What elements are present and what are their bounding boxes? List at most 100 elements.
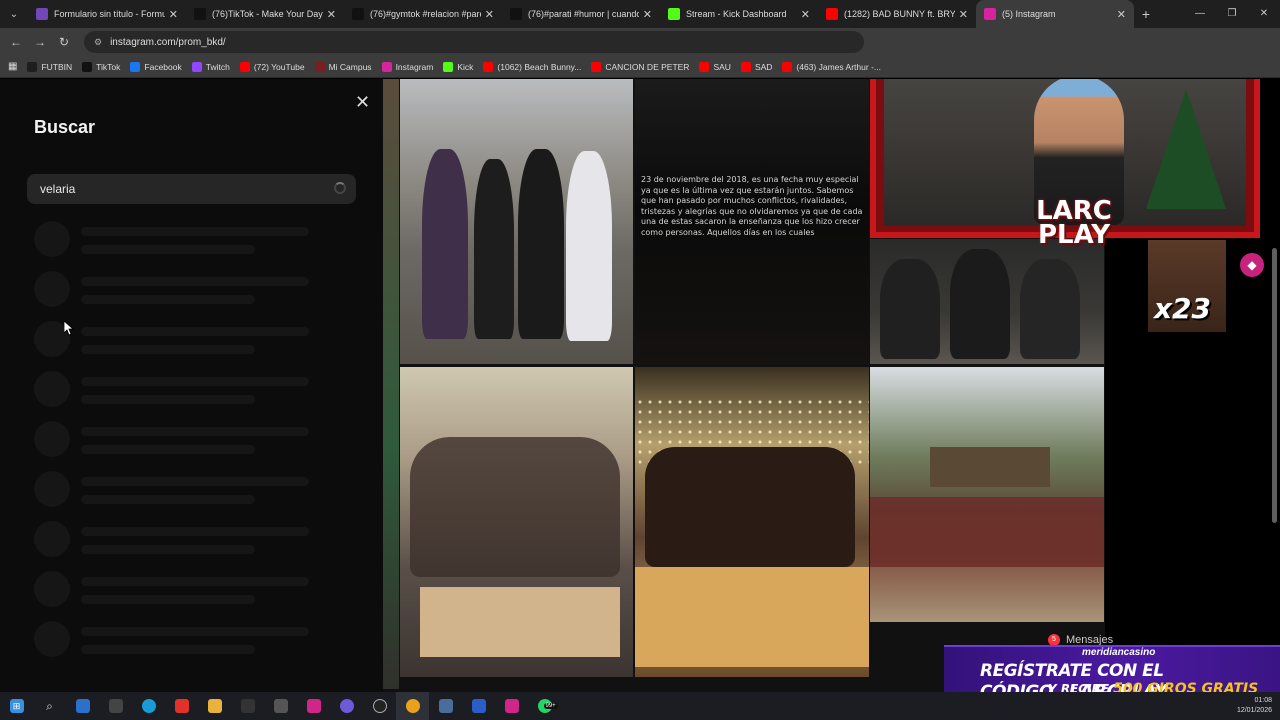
post-partial-left[interactable] [383, 79, 399, 689]
bookmark-item[interactable]: Instagram [381, 61, 433, 72]
post-classroom-photo[interactable] [400, 367, 633, 677]
browser-tab[interactable]: (76)#gymtok #relacion #pareja ✕ [344, 0, 502, 28]
diamond-icon[interactable]: ◆ [1240, 253, 1264, 277]
start-icon[interactable]: ⊞ [0, 692, 33, 720]
capcut-icon[interactable] [264, 692, 297, 720]
post-group-photo-uniform[interactable] [870, 239, 1104, 364]
page-scrollbar[interactable] [1270, 80, 1278, 690]
promo-line2-highlight: 500 GIROS GRATIS [1113, 681, 1259, 692]
new-tab-button[interactable]: + [1134, 6, 1158, 22]
browser-tab[interactable]: (76)TikTok - Make Your Day ✕ [186, 0, 344, 28]
bookmark-label: (463) James Arthur -... [796, 61, 881, 72]
search-icon[interactable]: ⌕ [33, 692, 66, 720]
bookmark-favicon-icon [591, 61, 602, 72]
skeleton-avatar [34, 271, 70, 307]
anydesk-icon[interactable] [165, 692, 198, 720]
tab-search-icon[interactable]: ⌄ [0, 0, 28, 28]
loading-spinner-icon [334, 182, 346, 194]
word-icon[interactable] [462, 692, 495, 720]
tab-close-icon[interactable]: ✕ [959, 8, 968, 21]
bookmark-item[interactable]: CANCION DE PETER [591, 61, 689, 72]
url-field[interactable]: ⚙ instagram.com/prom_bkd/ [84, 31, 864, 53]
bookmark-item[interactable]: Twitch [191, 61, 230, 72]
chrome-icon[interactable] [396, 692, 429, 720]
bookmark-label: Twitch [205, 61, 230, 72]
tab-close-icon[interactable]: ✕ [1117, 8, 1126, 21]
reload-icon[interactable]: ↻ [52, 35, 76, 49]
skeleton-line [81, 277, 309, 286]
app-icon[interactable] [231, 692, 264, 720]
search-result-skeleton [34, 219, 334, 259]
bookmarks-bar: ▦ FUTBIN TikTok Facebook Twitch (72) YouTube… [0, 56, 1280, 78]
calculator-icon[interactable] [429, 692, 462, 720]
skeleton-line [81, 227, 309, 236]
christmas-tree-icon [1146, 89, 1226, 209]
bookmark-item[interactable]: Mi Campus [314, 61, 372, 72]
browser-tab[interactable]: (76)#parati #humor | cuando te ✕ [502, 0, 660, 28]
edge-icon[interactable] [132, 692, 165, 720]
bookmark-label: TikTok [96, 61, 121, 72]
skeleton-line [81, 377, 309, 386]
forward-icon[interactable]: → [28, 35, 52, 49]
slide-text: 23 de noviembre del 2018, es una fecha m… [641, 175, 863, 237]
browser-tab[interactable]: Formulario sin título - Formular ✕ [28, 0, 186, 28]
browser-tab[interactable]: (5) Instagram ✕ [976, 0, 1134, 28]
bookmark-item[interactable]: FUTBIN [27, 61, 72, 72]
post-outdoor-group-photo[interactable] [870, 367, 1104, 622]
bookmark-item[interactable]: SAD [740, 61, 772, 72]
tab-close-icon[interactable]: ✕ [485, 8, 494, 21]
forms-icon [36, 8, 48, 20]
tab-close-icon[interactable]: ✕ [327, 8, 336, 21]
close-icon[interactable]: ✕ [355, 92, 370, 113]
skeleton-line [81, 295, 255, 304]
bookmark-label: Mi Campus [328, 61, 372, 72]
system-clock[interactable]: 01:08 12/01/2026 [1237, 696, 1272, 716]
scrollbar-thumb[interactable] [1272, 248, 1277, 523]
post-slide-text[interactable]: 23 de noviembre del 2018, es una fecha m… [635, 79, 869, 364]
bookmark-favicon-icon [27, 61, 38, 72]
whatsapp-icon[interactable]: 99+ [528, 692, 561, 720]
bookmark-item[interactable]: Facebook [130, 61, 182, 72]
apps-icon[interactable]: ▦ [8, 61, 17, 72]
skeleton-line [81, 627, 309, 636]
skeleton-avatar [34, 221, 70, 257]
bookmark-item[interactable]: SAU [699, 61, 731, 72]
tab-label: (76)TikTok - Make Your Day [212, 9, 323, 19]
casino-promo-banner: meridiancasino REGÍSTRATE CON EL CÓDIGO L… [944, 645, 1280, 692]
minimize-icon[interactable]: — [1184, 0, 1216, 28]
bookmark-item[interactable]: Kick [443, 61, 473, 72]
bookmark-item[interactable]: TikTok [82, 61, 121, 72]
folder-icon[interactable] [198, 692, 231, 720]
skeleton-line [81, 427, 309, 436]
search-input[interactable]: velaria [27, 174, 356, 204]
bookmark-label: (1062) Beach Bunny... [497, 61, 582, 72]
tab-close-icon[interactable]: ✕ [169, 8, 178, 21]
post-party-photo[interactable] [635, 367, 869, 677]
streamer-webcam-overlay: LARC PLAY [870, 79, 1260, 248]
pink-app-icon[interactable] [297, 692, 330, 720]
store-icon[interactable] [66, 692, 99, 720]
tab-close-icon[interactable]: ✕ [643, 8, 652, 21]
restore-icon[interactable]: ❐ [1216, 0, 1248, 28]
bookmark-favicon-icon [239, 61, 250, 72]
pink-app-2-icon[interactable] [495, 692, 528, 720]
browser-tab[interactable]: Stream - Kick Dashboard ✕ [660, 0, 818, 28]
bookmark-item[interactable]: (463) James Arthur -... [782, 61, 881, 72]
skeleton-avatar [34, 471, 70, 507]
bookmark-item[interactable]: (1062) Beach Bunny... [483, 61, 582, 72]
back-icon[interactable]: ← [4, 35, 28, 49]
bookmark-item[interactable]: (72) YouTube [239, 61, 305, 72]
discord-icon[interactable] [330, 692, 363, 720]
bookmark-favicon-icon [82, 61, 93, 72]
browser-tab[interactable]: (1282) BAD BUNNY ft. BRY ✕ [818, 0, 976, 28]
tab-close-icon[interactable]: ✕ [801, 8, 810, 21]
site-info-icon[interactable]: ⚙ [94, 37, 102, 48]
game-icon[interactable] [99, 692, 132, 720]
tab-label: Formulario sin título - Formular [54, 9, 165, 19]
close-window-icon[interactable]: ✕ [1248, 0, 1280, 28]
promo-line2: Y RECIBE 500 GIROS GRATIS [1048, 681, 1258, 692]
skeleton-line [81, 445, 255, 454]
obs-icon[interactable] [363, 692, 396, 720]
post-group-photo-street[interactable] [400, 79, 633, 364]
tab-label: Stream - Kick Dashboard [686, 9, 787, 19]
